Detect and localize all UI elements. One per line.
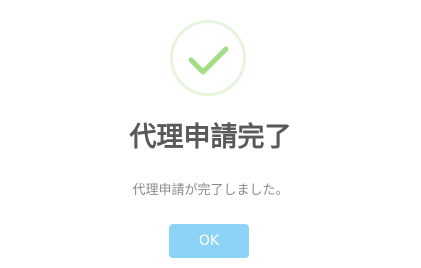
dialog-title: 代理申請完了: [129, 122, 292, 153]
success-check-icon: [170, 20, 246, 96]
check-icon: [188, 46, 229, 75]
dialog-message: 代理申請が完了しました。: [132, 183, 289, 198]
success-dialog: 代理申請完了 代理申請が完了しました。 OK: [0, 0, 421, 268]
ok-button[interactable]: OK: [169, 224, 249, 258]
